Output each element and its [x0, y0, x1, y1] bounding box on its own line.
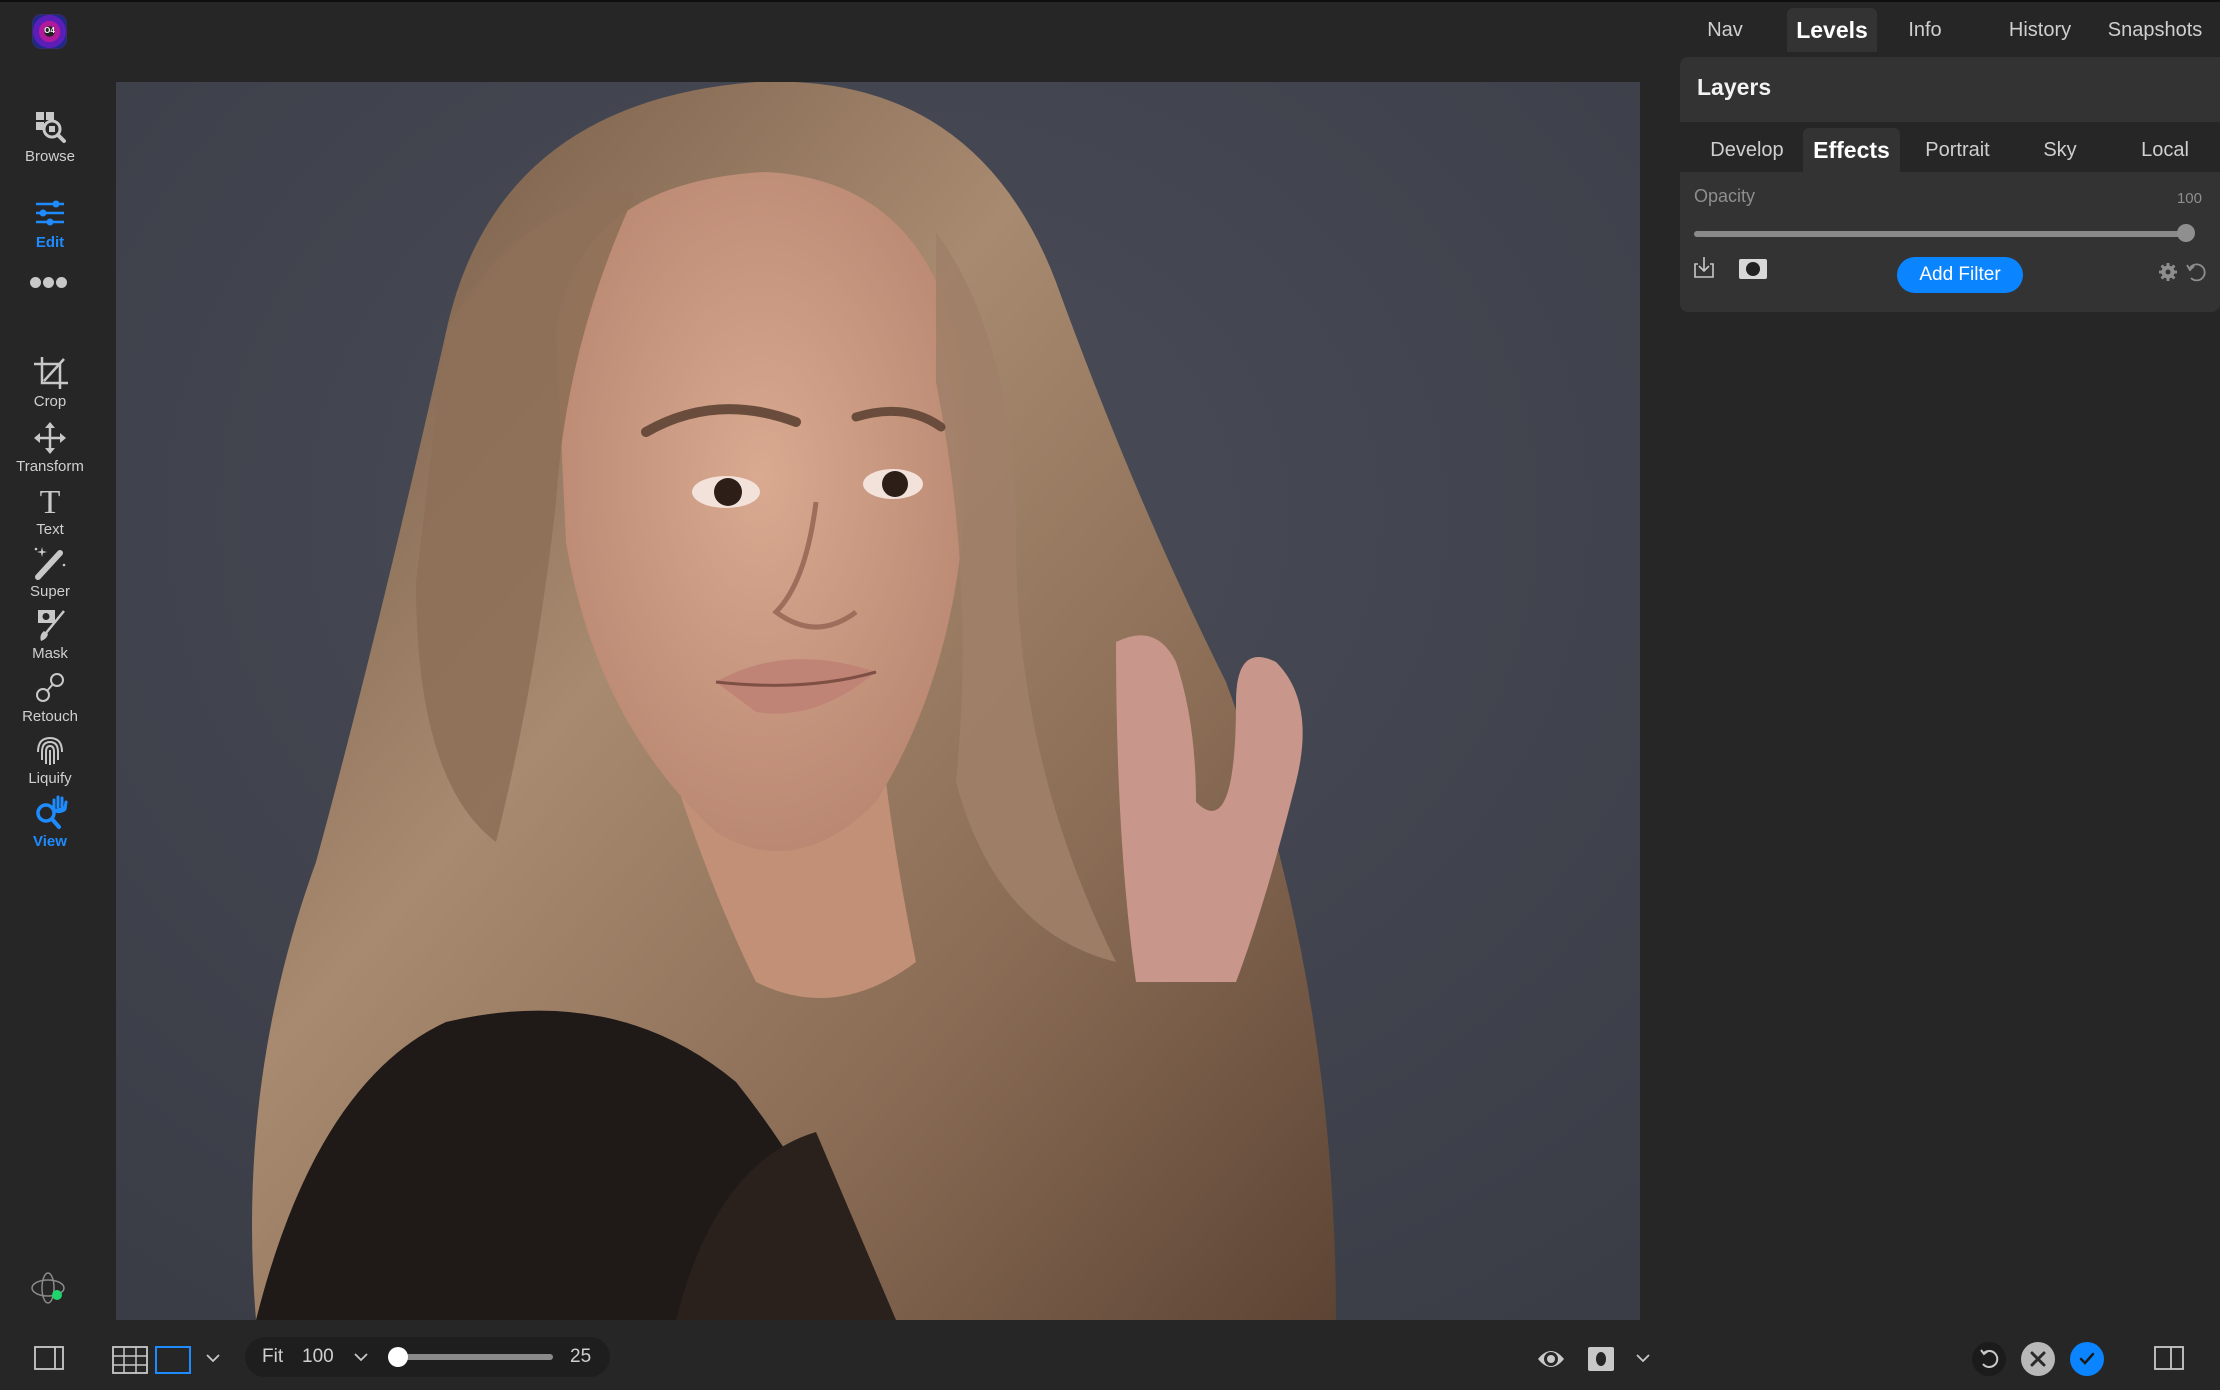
move-arrows-icon [34, 422, 66, 454]
zoom-chevron-icon[interactable] [353, 1351, 369, 1363]
opacity-value: 100 [2176, 190, 2202, 207]
layers-header[interactable]: Layers [1680, 57, 2220, 122]
reset-icon[interactable] [2185, 261, 2207, 283]
gear-icon[interactable] [2158, 262, 2178, 282]
cancel-button[interactable] [2021, 1342, 2055, 1376]
magic-wand-icon [34, 547, 66, 580]
browse-icon [36, 112, 66, 143]
layer-mask-icon[interactable] [1738, 258, 1768, 280]
tool-text-label: Text [36, 521, 64, 538]
sliders-icon [36, 200, 64, 226]
tool-browse[interactable]: Browse [0, 110, 100, 165]
tab-nav[interactable]: Nav [1692, 8, 1758, 52]
tool-view[interactable]: View [0, 795, 100, 850]
app-logo-text: O4 [44, 26, 55, 35]
crop-icon [34, 357, 68, 389]
preview-eye-icon[interactable] [1536, 1345, 1566, 1373]
single-view-icon[interactable] [155, 1346, 191, 1374]
add-filter-button[interactable]: Add Filter [1897, 257, 2023, 293]
layers-title: Layers [1697, 74, 1772, 100]
mask-view-chevron-icon[interactable] [1635, 1352, 1651, 1364]
undo-icon [1980, 1349, 1999, 1369]
tool-browse-label: Browse [24, 148, 76, 165]
portrait-photo [116, 82, 1640, 1320]
view-mode-chevron-icon[interactable] [205, 1352, 221, 1364]
tab-local[interactable]: Local [2125, 128, 2205, 172]
text-icon: T [40, 484, 61, 519]
window-top-border [0, 0, 2220, 2]
tool-retouch[interactable]: Retouch [0, 670, 100, 725]
import-icon[interactable] [1692, 254, 1716, 280]
tool-crop[interactable]: Crop [0, 355, 100, 410]
opacity-slider-track[interactable] [1694, 231, 2180, 237]
zoom-controls: Fit 100 25 [245, 1337, 610, 1377]
app-logo[interactable]: O4 [33, 15, 66, 48]
tool-edit[interactable]: Edit [0, 196, 100, 251]
tool-transform-label: Transform [16, 458, 84, 475]
tool-retouch-label: Retouch [22, 708, 78, 725]
opacity-slider-thumb[interactable] [2177, 224, 2195, 242]
zoom-fit-button[interactable]: Fit [262, 1346, 283, 1368]
toggle-left-panel-icon[interactable] [34, 1346, 64, 1372]
tab-sky[interactable]: Sky [2025, 128, 2095, 172]
tool-liquify[interactable]: Liquify [0, 732, 100, 787]
tool-liquify-label: Liquify [28, 770, 72, 787]
close-icon [2030, 1351, 2046, 1367]
tab-portrait[interactable]: Portrait [1910, 128, 2005, 172]
fingerprint-icon [37, 736, 63, 765]
tool-mask[interactable]: Mask [0, 607, 100, 662]
zoom-percent-value[interactable]: 100 [302, 1346, 334, 1368]
more-dots-icon[interactable] [30, 275, 70, 289]
orbit-status-icon[interactable] [30, 1270, 70, 1310]
zoom-slider-track[interactable] [390, 1354, 553, 1360]
tab-levels[interactable]: Levels [1787, 8, 1877, 52]
tab-snapshots[interactable]: Snapshots [2090, 8, 2220, 52]
tool-text[interactable]: T Text [0, 483, 100, 538]
tab-history[interactable]: History [1980, 8, 2100, 52]
tool-view-label: View [33, 833, 67, 850]
apply-button[interactable] [2070, 1342, 2104, 1376]
tool-crop-label: Crop [33, 393, 67, 410]
top-panel-tabs: Nav Levels Info History Snapshots [1680, 8, 2220, 54]
tab-info[interactable]: Info [1890, 8, 1960, 52]
tool-transform[interactable]: Transform [0, 420, 100, 475]
undo-button[interactable] [1972, 1342, 2006, 1376]
tool-mask-label: Mask [32, 645, 68, 662]
zoom-hand-icon [36, 795, 68, 829]
opacity-label: Opacity [1694, 186, 1756, 206]
mask-brush-icon [38, 610, 65, 641]
checkmark-icon [2079, 1352, 2095, 1365]
tool-edit-label: Edit [35, 234, 65, 251]
svg-text:T: T [40, 484, 61, 519]
retouch-circles-icon [36, 673, 64, 702]
tool-super-label: Super [29, 583, 71, 600]
zoom-slider-thumb[interactable] [388, 1347, 408, 1367]
tool-super[interactable]: Super [0, 545, 100, 600]
left-toolbar: O4 Browse Edit Crop Transform T Text Sup… [0, 0, 116, 1320]
effects-layer-card: Opacity 100 Add Filter [1680, 172, 2220, 312]
module-tabs: Develop Effects Portrait Sky Local [1680, 128, 2220, 172]
tab-effects[interactable]: Effects [1803, 128, 1900, 172]
mask-view-icon[interactable] [1588, 1347, 1614, 1371]
toggle-right-panel-icon[interactable] [2154, 1346, 2184, 1372]
grid-view-icon[interactable] [112, 1346, 148, 1374]
image-canvas[interactable] [116, 82, 1640, 1320]
tab-develop[interactable]: Develop [1700, 128, 1794, 172]
zoom-slider-value: 25 [570, 1346, 592, 1367]
